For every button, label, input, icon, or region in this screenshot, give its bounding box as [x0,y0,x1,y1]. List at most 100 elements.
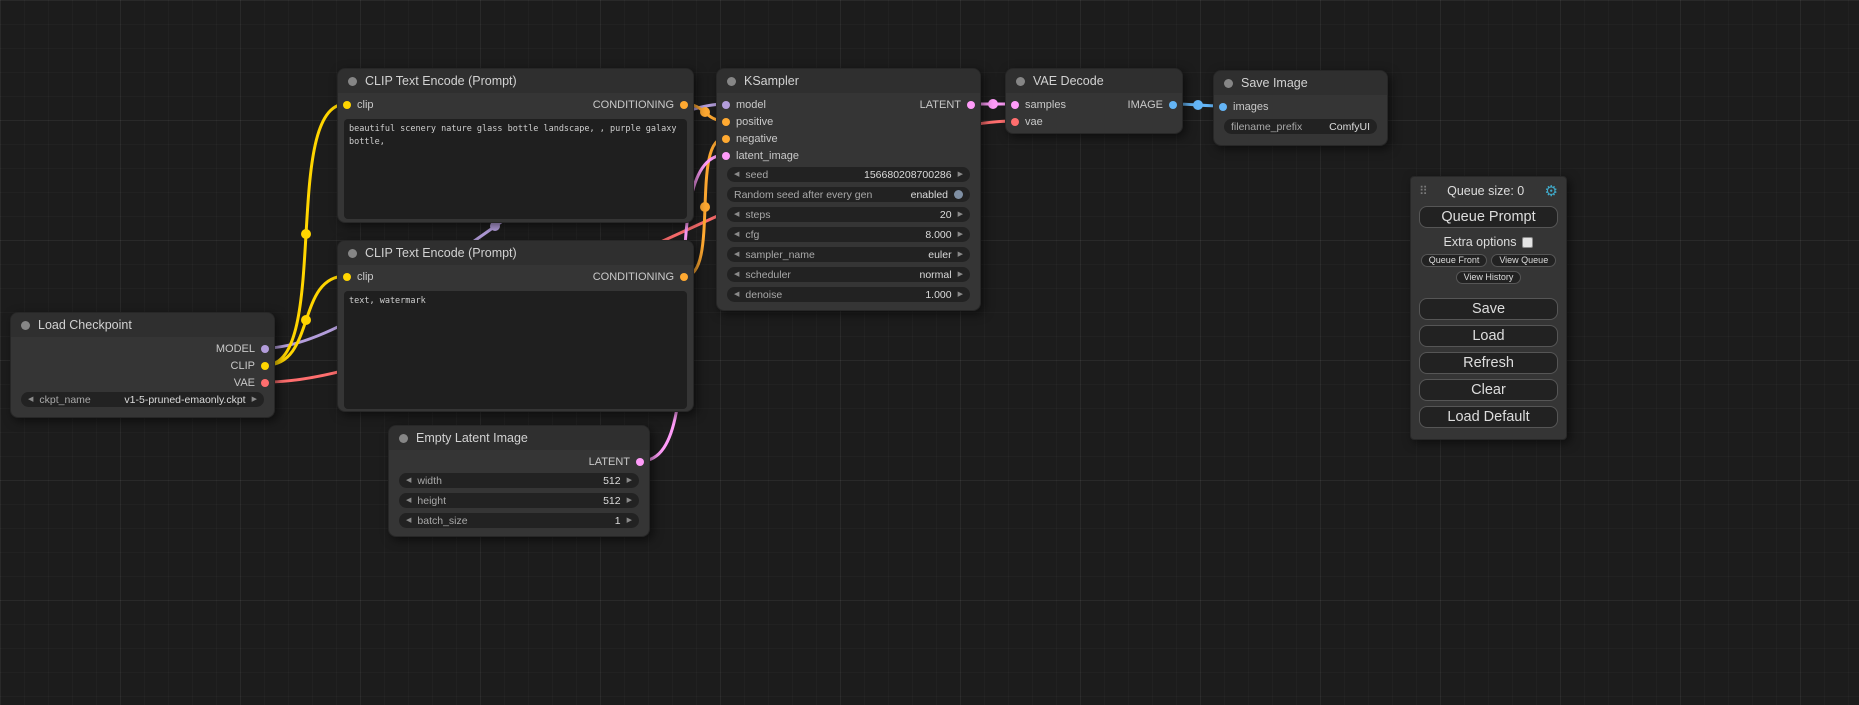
collapse-dot-icon[interactable] [727,77,736,86]
clear-button[interactable]: Clear [1419,379,1558,401]
queue-prompt-button[interactable]: Queue Prompt [1419,206,1558,228]
increment-arrow-icon[interactable]: ▶ [252,392,257,407]
increment-arrow-icon[interactable]: ▶ [958,287,963,302]
widget-ckpt-name[interactable]: ◀ ckpt_name v1-5-pruned-emaonly.ckpt ▶ [21,392,264,407]
node-save-image[interactable]: Save Image images filename_prefix ComfyU… [1213,70,1388,146]
decrement-arrow-icon[interactable]: ◀ [28,392,33,407]
increment-arrow-icon[interactable]: ▶ [958,227,963,242]
node-clip-text-encode-negative[interactable]: CLIP Text Encode (Prompt) clip CONDITION… [337,240,694,412]
increment-arrow-icon[interactable]: ▶ [958,267,963,282]
extra-options-checkbox[interactable] [1522,237,1533,248]
conditioning-port-dot[interactable] [722,135,730,143]
node-title-bar[interactable]: CLIP Text Encode (Prompt) [338,241,693,265]
node-clip-text-encode-positive[interactable]: CLIP Text Encode (Prompt) clip CONDITION… [337,68,694,223]
collapse-dot-icon[interactable] [348,249,357,258]
decrement-arrow-icon[interactable]: ◀ [734,167,739,182]
decrement-arrow-icon[interactable]: ◀ [734,207,739,222]
output-port-vae[interactable]: VAE [234,375,269,391]
conditioning-port-dot[interactable] [680,101,688,109]
input-port-vae[interactable]: vae [1011,114,1043,130]
image-port-dot[interactable] [1219,103,1227,111]
output-port-clip[interactable]: CLIP [231,358,269,374]
prompt-text-area[interactable]: beautiful scenery nature glass bottle la… [344,119,687,219]
input-port-samples[interactable]: samples [1011,97,1066,113]
settings-gear-icon[interactable]: ⚙ [1545,184,1558,199]
node-title-bar[interactable]: Save Image [1214,71,1387,95]
node-load-checkpoint[interactable]: Load Checkpoint MODEL CLIP VAE ◀ ckpt_na… [10,312,275,418]
node-graph-canvas[interactable]: Load Checkpoint MODEL CLIP VAE ◀ ckpt_na… [0,0,1859,705]
node-title-bar[interactable]: Load Checkpoint [11,313,274,337]
load-default-button[interactable]: Load Default [1419,406,1558,428]
widget-height[interactable]: ◀ height 512 ▶ [399,493,639,508]
input-port-latent-image[interactable]: latent_image [722,148,799,164]
queue-front-button[interactable]: Queue Front [1421,254,1488,267]
node-empty-latent-image[interactable]: Empty Latent Image LATENT ◀ width 512 ▶ … [388,425,650,537]
view-history-button[interactable]: View History [1456,271,1522,284]
vae-port-dot[interactable] [261,379,269,387]
input-port-clip[interactable]: clip [343,269,374,285]
load-button[interactable]: Load [1419,325,1558,347]
widget-steps[interactable]: ◀ steps 20 ▶ [727,207,970,222]
input-port-model[interactable]: model [722,97,766,113]
collapse-dot-icon[interactable] [1016,77,1025,86]
drag-handle-icon[interactable]: ⠿ [1419,184,1427,198]
collapse-dot-icon[interactable] [399,434,408,443]
refresh-button[interactable]: Refresh [1419,352,1558,374]
latent-port-dot[interactable] [636,458,644,466]
collapse-dot-icon[interactable] [21,321,30,330]
clip-port-dot[interactable] [343,101,351,109]
node-title-bar[interactable]: Empty Latent Image [389,426,649,450]
latent-port-dot[interactable] [1011,101,1019,109]
decrement-arrow-icon[interactable]: ◀ [406,493,411,508]
output-port-latent[interactable]: LATENT [589,454,644,470]
widget-seed[interactable]: ◀ seed 156680208700286 ▶ [727,167,970,182]
input-port-clip[interactable]: clip [343,97,374,113]
increment-arrow-icon[interactable]: ▶ [958,167,963,182]
decrement-arrow-icon[interactable]: ◀ [734,227,739,242]
widget-batch-size[interactable]: ◀ batch_size 1 ▶ [399,513,639,528]
latent-port-dot[interactable] [722,152,730,160]
node-vae-decode[interactable]: VAE Decode samples vae IMAGE [1005,68,1183,134]
input-port-negative[interactable]: negative [722,131,778,147]
model-port-dot[interactable] [722,101,730,109]
input-port-images[interactable]: images [1219,99,1268,115]
decrement-arrow-icon[interactable]: ◀ [406,473,411,488]
widget-denoise[interactable]: ◀ denoise 1.000 ▶ [727,287,970,302]
model-port-dot[interactable] [261,345,269,353]
node-title-bar[interactable]: VAE Decode [1006,69,1182,93]
widget-random-seed-toggle[interactable]: Random seed after every gen enabled [727,187,970,202]
node-ksampler[interactable]: KSampler model positive negative latent_… [716,68,981,311]
increment-arrow-icon[interactable]: ▶ [627,473,632,488]
widget-filename-prefix[interactable]: filename_prefix ComfyUI [1224,119,1377,134]
widget-sampler-name[interactable]: ◀ sampler_name euler ▶ [727,247,970,262]
increment-arrow-icon[interactable]: ▶ [627,513,632,528]
widget-width[interactable]: ◀ width 512 ▶ [399,473,639,488]
increment-arrow-icon[interactable]: ▶ [958,207,963,222]
conditioning-port-dot[interactable] [722,118,730,126]
output-port-conditioning[interactable]: CONDITIONING [593,97,688,113]
latent-port-dot[interactable] [967,101,975,109]
widget-cfg[interactable]: ◀ cfg 8.000 ▶ [727,227,970,242]
decrement-arrow-icon[interactable]: ◀ [734,247,739,262]
conditioning-port-dot[interactable] [680,273,688,281]
clip-port-dot[interactable] [343,273,351,281]
image-port-dot[interactable] [1169,101,1177,109]
output-port-model[interactable]: MODEL [216,341,269,357]
output-port-conditioning[interactable]: CONDITIONING [593,269,688,285]
output-port-latent[interactable]: LATENT [920,97,975,113]
collapse-dot-icon[interactable] [348,77,357,86]
increment-arrow-icon[interactable]: ▶ [627,493,632,508]
decrement-arrow-icon[interactable]: ◀ [734,267,739,282]
view-queue-button[interactable]: View Queue [1491,254,1556,267]
increment-arrow-icon[interactable]: ▶ [958,247,963,262]
toggle-knob[interactable] [954,190,963,199]
decrement-arrow-icon[interactable]: ◀ [734,287,739,302]
vae-port-dot[interactable] [1011,118,1019,126]
collapse-dot-icon[interactable] [1224,79,1233,88]
save-button[interactable]: Save [1419,298,1558,320]
input-port-positive[interactable]: positive [722,114,773,130]
node-title-bar[interactable]: KSampler [717,69,980,93]
clip-port-dot[interactable] [261,362,269,370]
prompt-text-area[interactable]: text, watermark [344,291,687,409]
widget-scheduler[interactable]: ◀ scheduler normal ▶ [727,267,970,282]
